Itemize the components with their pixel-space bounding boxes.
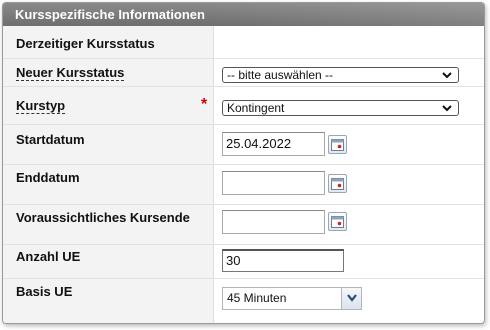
calendar-icon: [331, 178, 344, 190]
section-title: Kursspezifische Informationen: [15, 7, 205, 22]
units-count-input[interactable]: 30: [222, 249, 344, 272]
units-count-label: Anzahl UE: [16, 249, 81, 264]
row-expected-end: Voraussichtliches Kursende: [3, 205, 484, 245]
new-status-select[interactable]: -- bitte auswählen --: [222, 67, 459, 83]
row-units-count: Anzahl UE 30: [3, 245, 484, 279]
current-status-label: Derzeitiger Kursstatus: [16, 36, 155, 51]
expected-end-input[interactable]: [222, 210, 325, 234]
start-date-calendar-button[interactable]: [328, 135, 347, 154]
units-basis-select[interactable]: 45 Minuten: [222, 287, 362, 310]
section-header: Kursspezifische Informationen: [3, 3, 484, 26]
course-type-selected: Kontingent: [227, 101, 285, 115]
chevron-down-icon: [442, 72, 452, 79]
end-date-input[interactable]: [222, 171, 325, 195]
calendar-icon: [331, 216, 344, 228]
start-date-label: Startdatum: [16, 132, 85, 147]
row-current-status: Derzeitiger Kursstatus: [3, 26, 484, 59]
course-type-select[interactable]: Kontingent: [222, 100, 459, 116]
row-start-date: Startdatum 25.04.2022: [3, 125, 484, 165]
row-end-date: Enddatum: [3, 165, 484, 205]
units-basis-selected: 45 Minuten: [227, 291, 287, 305]
new-status-selected: -- bitte auswählen --: [227, 68, 334, 82]
course-type-label: Kurstyp: [16, 98, 66, 114]
start-date-input[interactable]: 25.04.2022: [222, 132, 325, 156]
required-marker: *: [201, 96, 208, 113]
course-info-panel: Kursspezifische Informationen Derzeitige…: [2, 2, 485, 324]
units-basis-label: Basis UE: [16, 284, 73, 299]
end-date-label: Enddatum: [16, 170, 80, 185]
calendar-icon: [331, 139, 344, 151]
expected-end-label: Voraussichtliches Kursende: [16, 210, 190, 225]
new-status-label: Neuer Kursstatus: [16, 65, 125, 81]
row-new-status: Neuer Kursstatus -- bitte auswählen --: [3, 59, 484, 87]
units-basis-dropdown-button[interactable]: [341, 288, 361, 309]
row-course-type: Kurstyp * Kontingent: [3, 87, 484, 125]
chevron-down-icon: [347, 294, 357, 302]
row-units-basis: Basis UE 45 Minuten: [3, 279, 484, 323]
expected-end-calendar-button[interactable]: [328, 212, 347, 231]
end-date-calendar-button[interactable]: [328, 174, 347, 193]
chevron-down-icon: [442, 105, 452, 112]
